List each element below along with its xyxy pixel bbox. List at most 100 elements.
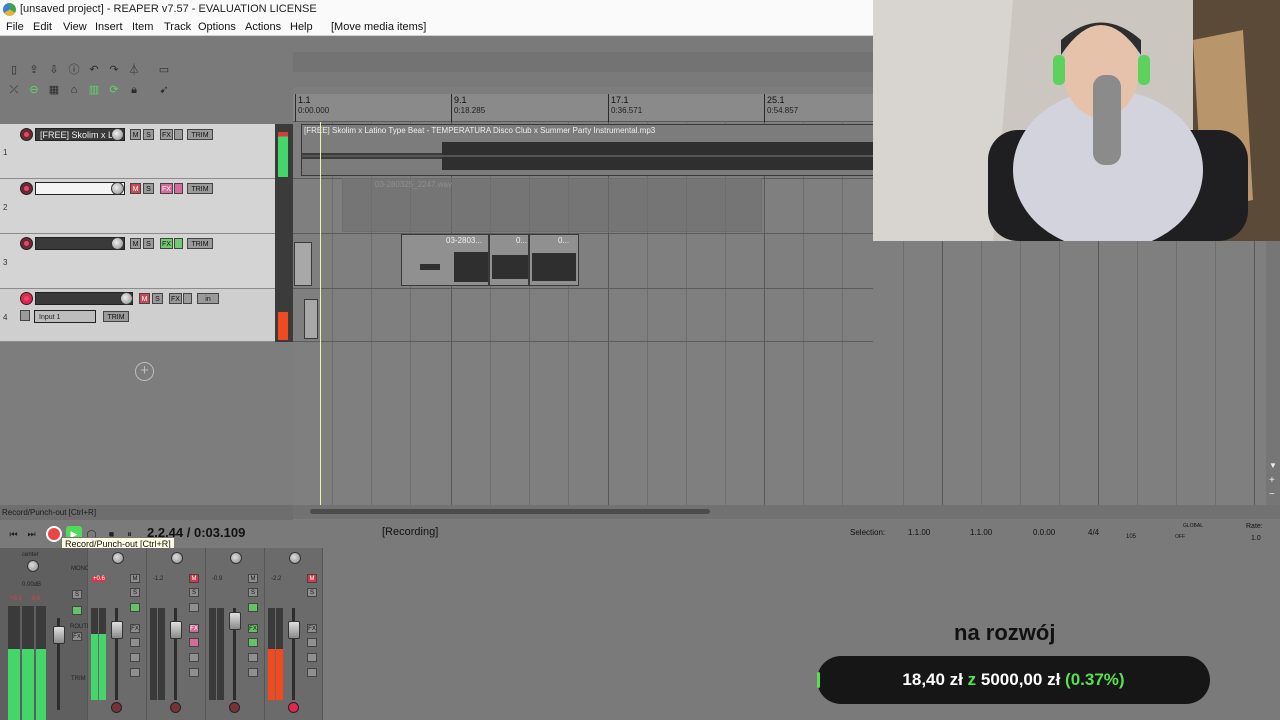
menu-view[interactable]: View bbox=[63, 19, 87, 36]
mute-button[interactable]: M bbox=[130, 183, 141, 194]
grid-icon[interactable]: ▭ bbox=[158, 64, 170, 76]
mute-button[interactable]: M bbox=[130, 574, 140, 583]
solo-button[interactable]: S bbox=[130, 588, 140, 597]
fx-button[interactable]: FX bbox=[160, 129, 173, 140]
phase-button[interactable] bbox=[189, 603, 199, 612]
media-item-take-c[interactable]: 0... bbox=[529, 234, 579, 286]
solo-button[interactable]: S bbox=[307, 588, 317, 597]
loop-icon[interactable]: ⟳ bbox=[108, 84, 120, 96]
selection-length[interactable]: 0.0.00 bbox=[1033, 528, 1055, 537]
pan-knob[interactable] bbox=[230, 552, 242, 564]
solo-button[interactable]: S bbox=[189, 588, 199, 597]
volume-fader[interactable] bbox=[170, 621, 182, 640]
vertical-scrollbar[interactable]: ▼ + − bbox=[1266, 241, 1280, 505]
fx-bypass-button[interactable] bbox=[307, 638, 317, 647]
io-button[interactable] bbox=[248, 668, 258, 677]
volume-fader[interactable] bbox=[229, 611, 241, 630]
zoom-out-icon[interactable]: − bbox=[1269, 489, 1275, 500]
media-item-recording-live[interactable] bbox=[304, 299, 318, 339]
solo-button[interactable]: S bbox=[143, 183, 154, 194]
timeline-ruler[interactable]: 1.1 0:00.000 9.1 0:18.285 17.1 0:36.571 … bbox=[293, 94, 873, 122]
record-arm-button[interactable] bbox=[229, 702, 240, 713]
arrange-view-right[interactable] bbox=[873, 241, 1280, 505]
record-arm-button[interactable] bbox=[20, 128, 33, 141]
fx-button[interactable]: FX bbox=[248, 624, 258, 633]
track-name-field[interactable] bbox=[35, 292, 133, 305]
undo-icon[interactable]: ↶ bbox=[88, 64, 100, 76]
fx-button[interactable]: FX bbox=[130, 624, 140, 633]
route-button[interactable] bbox=[189, 653, 199, 662]
menu-edit[interactable]: Edit bbox=[33, 19, 52, 36]
mute-button[interactable]: M bbox=[130, 238, 141, 249]
record-arm-button[interactable] bbox=[20, 237, 33, 250]
mute-button[interactable]: M bbox=[139, 293, 150, 304]
trim-icon[interactable]: ⤫ bbox=[8, 84, 20, 96]
media-item-recording[interactable] bbox=[294, 242, 312, 286]
play-cursor[interactable] bbox=[320, 122, 321, 505]
menu-help[interactable]: Help bbox=[290, 19, 313, 36]
volume-fader[interactable] bbox=[288, 621, 300, 640]
fx-bypass-button[interactable] bbox=[189, 638, 199, 647]
envelope-icon[interactable]: ⌂ bbox=[68, 84, 80, 96]
solo-button[interactable]: S bbox=[248, 588, 258, 597]
zoom-in-icon[interactable]: + bbox=[1269, 475, 1275, 486]
master-fader[interactable] bbox=[53, 626, 65, 644]
io-button[interactable]: in bbox=[197, 293, 219, 304]
media-item-take-a[interactable]: 03-2803... bbox=[401, 234, 489, 286]
fx-button[interactable]: FX bbox=[189, 624, 199, 633]
media-item-ghost[interactable]: 03-280325_2247.wav bbox=[342, 178, 762, 232]
global-state[interactable]: OFF bbox=[1175, 534, 1185, 540]
snap-icon[interactable]: ▥ bbox=[88, 84, 100, 96]
media-item-take-b[interactable]: 0... bbox=[489, 234, 529, 286]
master-solo-button[interactable]: S bbox=[72, 590, 82, 599]
new-project-icon[interactable]: ▯ bbox=[8, 64, 20, 76]
track-lane-3[interactable] bbox=[293, 234, 873, 289]
phase-button[interactable] bbox=[248, 603, 258, 612]
region-lane[interactable] bbox=[293, 52, 873, 72]
fx-bypass-button[interactable] bbox=[248, 638, 258, 647]
go-to-end-icon[interactable]: ⏭ bbox=[24, 528, 39, 540]
trim-button[interactable]: TRIM bbox=[187, 238, 213, 249]
track-header-3[interactable]: 3 M S FX TRIM bbox=[0, 234, 275, 289]
fx-button[interactable]: FX bbox=[307, 624, 317, 633]
menu-track[interactable]: Track bbox=[164, 19, 191, 36]
record-button[interactable] bbox=[46, 526, 62, 542]
open-project-icon[interactable]: ⇪ bbox=[28, 64, 40, 76]
fx-button[interactable]: FX bbox=[160, 238, 173, 249]
input-select[interactable]: Input 1 bbox=[34, 310, 96, 323]
master-trim-label[interactable]: TRIM bbox=[71, 676, 86, 682]
solo-button[interactable]: S bbox=[143, 238, 154, 249]
track-header-1[interactable]: 1 [FREE] Skolim x La M S FX TRIM bbox=[0, 124, 275, 179]
fx-button[interactable]: FX bbox=[160, 183, 173, 194]
mute-button[interactable]: M bbox=[307, 574, 317, 583]
master-pan-knob[interactable] bbox=[27, 560, 39, 572]
io-button[interactable] bbox=[189, 668, 199, 677]
input-monitor-button[interactable] bbox=[20, 310, 30, 321]
grouping-icon[interactable]: ▦ bbox=[48, 84, 60, 96]
volume-fader[interactable] bbox=[111, 621, 123, 640]
fx-button[interactable]: FX bbox=[169, 293, 182, 304]
selection-start[interactable]: 1.1.00 bbox=[908, 528, 930, 537]
mute-button[interactable]: M bbox=[130, 129, 141, 140]
master-fx-button[interactable]: FX bbox=[72, 632, 82, 641]
track-header-2[interactable]: 2 M S FX TRIM bbox=[0, 179, 275, 234]
mute-button[interactable]: M bbox=[248, 574, 258, 583]
menu-options[interactable]: Options bbox=[198, 19, 236, 36]
ripple-icon[interactable]: ⊖ bbox=[28, 84, 40, 96]
arrange-view[interactable]: [FREE] Skolim x Latino Type Beat - TEMPE… bbox=[293, 122, 873, 505]
add-track-icon[interactable]: + bbox=[135, 362, 154, 381]
volume-knob[interactable] bbox=[111, 237, 124, 250]
track-lane-4[interactable] bbox=[293, 289, 873, 342]
phase-button[interactable] bbox=[183, 293, 192, 304]
solo-button[interactable]: S bbox=[143, 129, 154, 140]
media-item-beat[interactable]: [FREE] Skolim x Latino Type Beat - TEMPE… bbox=[301, 124, 873, 176]
horizontal-scroll-thumb[interactable] bbox=[310, 509, 710, 514]
phase-button[interactable] bbox=[130, 603, 140, 612]
lock-icon[interactable]: 🔒︎ bbox=[128, 84, 140, 96]
pan-knob[interactable] bbox=[289, 552, 301, 564]
phase-button[interactable] bbox=[174, 238, 183, 249]
solo-button[interactable]: S bbox=[152, 293, 163, 304]
trim-button[interactable]: TRIM bbox=[103, 311, 129, 322]
menu-item[interactable]: Item bbox=[132, 19, 153, 36]
record-arm-button[interactable] bbox=[288, 702, 299, 713]
